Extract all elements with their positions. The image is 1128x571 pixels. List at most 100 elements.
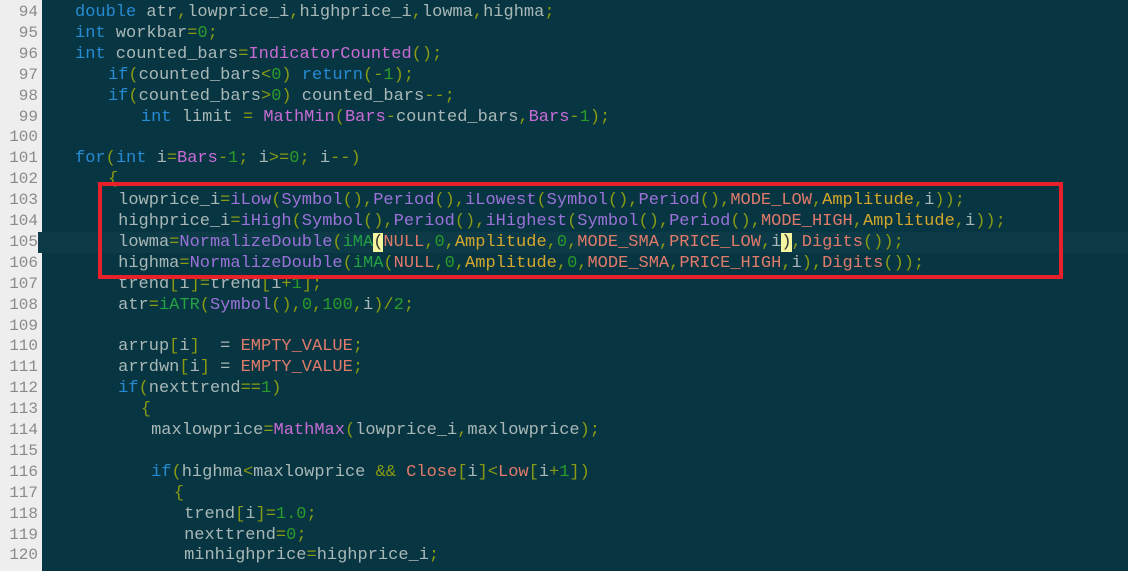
- line-number: 109: [9, 316, 38, 335]
- code-token: minhighprice: [173, 546, 307, 566]
- code-line[interactable]: 95 int workbar=0;: [0, 23, 1128, 44]
- code-line[interactable]: 120 minhighprice=highprice_i;: [0, 545, 1128, 566]
- line-number: 95: [18, 23, 38, 42]
- code-token: ,: [312, 295, 323, 315]
- code-token: iMA: [342, 232, 374, 252]
- code-token: ,: [444, 232, 455, 252]
- code-line[interactable]: 115: [0, 441, 1128, 462]
- code-text: highma=NormalizeDouble(iMA(NULL,0,Amplit…: [108, 253, 924, 274]
- code-token: -: [385, 107, 396, 127]
- code-token: Bars: [528, 107, 570, 127]
- line-number: 101: [9, 149, 38, 168]
- code-token: ,: [518, 107, 529, 127]
- code-token: highprice_i: [299, 3, 412, 22]
- line-number: 103: [9, 191, 38, 210]
- code-token: ]): [569, 462, 590, 482]
- code-line[interactable]: 112 if(nexttrend==1): [0, 378, 1128, 399]
- code-line[interactable]: 99 int limit = MathMin(Bars-counted_bars,…: [0, 107, 1128, 128]
- code-line[interactable]: 117 {: [0, 483, 1128, 504]
- code-token: 1: [579, 107, 590, 127]
- code-token: ;: [299, 149, 310, 169]
- code-line[interactable]: 97 if(counted_bars<0) return(-1);: [0, 65, 1128, 86]
- code-token: Amplitude: [862, 212, 955, 231]
- code-token: (),: [363, 212, 394, 231]
- code-token: counted_bars: [291, 86, 425, 106]
- code-token: =: [263, 421, 274, 440]
- code-token: EMPTY_VALUE: [240, 337, 353, 357]
- code-token: ,: [669, 253, 680, 273]
- code-line[interactable]: 110 arrup[i] = EMPTY_VALUE;: [0, 336, 1128, 357]
- code-token: =: [169, 232, 180, 252]
- code-token: )/: [373, 295, 394, 315]
- line-number: 99: [18, 107, 38, 126]
- code-token: Amplitude: [465, 253, 557, 273]
- code-token: (),: [454, 212, 486, 231]
- code-token: ));: [934, 191, 965, 211]
- code-token: ,: [760, 232, 772, 252]
- code-line[interactable]: 103 lowprice_i=iLow(Symbol(),Period(),iL…: [0, 190, 1128, 211]
- line-number: 120: [9, 546, 38, 565]
- code-text: double atr,lowprice_i,highprice_i,lowma,…: [75, 2, 555, 23]
- code-token: ;: [428, 546, 440, 566]
- code-token: counted_bars: [105, 44, 239, 64]
- code-token: ,: [556, 253, 568, 273]
- code-token: EMPTY_VALUE: [240, 358, 353, 378]
- code-line[interactable]: 94 double atr,lowprice_i,highprice_i,lowm…: [0, 2, 1128, 23]
- code-token: Bars: [177, 149, 218, 169]
- code-line[interactable]: 100: [0, 127, 1128, 148]
- code-token: {: [140, 400, 152, 420]
- code-token: {: [107, 170, 119, 190]
- code-text: highprice_i=iHigh(Symbol(),Period(),iHig…: [108, 211, 1006, 232]
- code-token: 0: [567, 253, 578, 273]
- code-line[interactable]: 114 maxlowprice=MathMax(lowprice_i,maxlo…: [0, 420, 1128, 441]
- code-token: -: [217, 149, 229, 169]
- code-token: ,: [567, 232, 578, 252]
- code-token: i: [271, 274, 282, 294]
- code-token: ();: [411, 44, 443, 64]
- line-number: 114: [9, 421, 38, 439]
- code-token: Bars: [344, 107, 386, 127]
- code-editor[interactable]: 94 double atr,lowprice_i,highprice_i,lowm…: [0, 0, 1128, 571]
- code-token: 0: [271, 65, 282, 85]
- code-token: ),: [801, 253, 823, 273]
- code-token: (),: [730, 212, 761, 231]
- code-token: =: [242, 107, 254, 127]
- code-line[interactable]: 113 {: [0, 399, 1128, 420]
- code-line[interactable]: 96 int counted_bars=IndicatorCounted();: [0, 44, 1128, 65]
- code-line[interactable]: 98 if(counted_bars>0) counted_bars--;: [0, 86, 1128, 107]
- code-line[interactable]: 105 lowma=NormalizeDouble(iMA(NULL,0,Amp…: [0, 231, 1128, 253]
- code-token: (),: [607, 191, 639, 211]
- code-line[interactable]: 116 if(highma<maxlowprice && Close[i]<Lo…: [0, 462, 1128, 483]
- code-token: MODE_SMA: [577, 232, 659, 252]
- code-line[interactable]: 104 highprice_i=iHigh(Symbol(),Period(),…: [0, 211, 1128, 232]
- code-line[interactable]: 106 highma=NormalizeDouble(iMA(NULL,0,Am…: [0, 253, 1128, 274]
- code-line[interactable]: 118 trend[i]=1.0;: [0, 504, 1128, 525]
- code-line[interactable]: 101 for(int i=Bars-1; i>=0; i--): [0, 148, 1128, 169]
- bracket-match: (: [373, 232, 384, 252]
- code-line[interactable]: 111 arrdwn[i] = EMPTY_VALUE;: [0, 357, 1128, 378]
- code-token: iHighest: [485, 212, 568, 231]
- code-token: NULL: [393, 253, 435, 273]
- code-token: 0: [444, 253, 455, 273]
- code-token: ==: [240, 379, 261, 399]
- code-token: (: [291, 212, 302, 231]
- code-line[interactable]: 109: [0, 316, 1128, 337]
- code-line[interactable]: 108 atr=iATR(Symbol(),0,100,i)/2;: [0, 295, 1128, 316]
- code-text: lowma=NormalizeDouble(iMA(NULL,0,Amplitu…: [108, 232, 904, 253]
- code-token: limit: [171, 107, 243, 127]
- code-line[interactable]: 102 {: [0, 169, 1128, 190]
- code-token: (: [383, 253, 394, 273]
- code-text: int counted_bars=IndicatorCounted();: [75, 44, 442, 65]
- code-token: =: [275, 525, 287, 545]
- code-text: nexttrend=0;: [174, 525, 306, 546]
- code-token: highma: [181, 462, 243, 482]
- code-token: i: [179, 337, 190, 357]
- code-token: lowprice_i: [107, 191, 221, 211]
- code-line[interactable]: 119 nexttrend=0;: [0, 525, 1128, 546]
- line-number: 110: [9, 337, 38, 356]
- code-text: if(counted_bars>0) counted_bars--;: [108, 86, 455, 107]
- code-line[interactable]: 107 trend[i]=trend[i+1];: [0, 274, 1128, 295]
- line-number: 112: [9, 379, 38, 398]
